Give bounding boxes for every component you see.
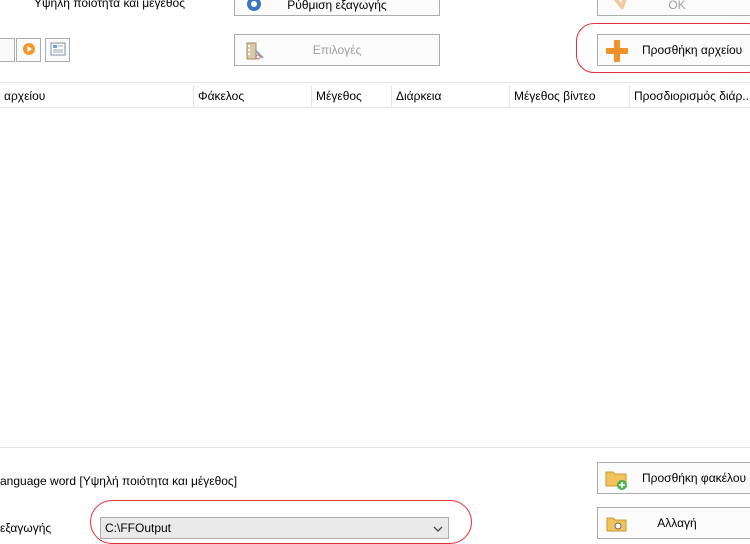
column-header-duration[interactable]: Διάρκεια: [392, 85, 510, 107]
plus-icon: [604, 38, 630, 67]
column-header-file[interactable]: αρχείου: [0, 85, 194, 107]
folder-browse-icon: [606, 515, 628, 536]
file-list[interactable]: [0, 108, 750, 446]
export-settings-label: Ρύθμιση εξαγωγής: [287, 0, 387, 12]
divider: [0, 82, 750, 83]
output-folder-label: εξαγωγής: [0, 521, 52, 535]
folder-add-icon: [604, 467, 630, 494]
film-edit-icon: [245, 41, 265, 64]
quality-label: Υψηλή ποιότητα και μέγεθος: [34, 0, 185, 10]
profile-text: anguage word [Υψηλή ποιότητα και μέγεθος…: [0, 474, 238, 488]
add-file-button[interactable]: Προσθήκη αρχείου: [597, 34, 750, 66]
change-button[interactable]: Αλλαγή: [597, 507, 750, 539]
options-button[interactable]: Επιλογές: [234, 34, 440, 66]
play-icon: [22, 42, 36, 59]
options-label: Επιλογές: [312, 43, 362, 57]
file-table-header: αρχείου Φάκελος Μέγεθος Διάρκεια Μέγεθος…: [0, 85, 750, 108]
info-button[interactable]: [45, 38, 70, 62]
ok-button[interactable]: OK: [597, 0, 750, 16]
gear-icon: [245, 0, 263, 16]
output-path-value: C:\FFOutput: [105, 521, 172, 535]
small-button-1[interactable]: [0, 38, 15, 62]
bottom-divider: [0, 447, 750, 448]
chevron-down-icon: [433, 523, 443, 537]
info-panel-icon: [50, 42, 66, 59]
add-folder-button[interactable]: Προσθήκη φακέλου: [597, 462, 750, 494]
ok-icon: [612, 0, 628, 12]
column-header-duration-spec[interactable]: Προσδιορισμός διάρ...: [630, 85, 750, 107]
column-header-folder[interactable]: Φάκελος: [194, 85, 312, 107]
column-header-video-size[interactable]: Μέγεθος βίντεο: [510, 85, 630, 107]
output-path-select[interactable]: C:\FFOutput: [100, 517, 449, 539]
column-header-size[interactable]: Μέγεθος: [312, 85, 392, 107]
play-button[interactable]: [16, 38, 41, 62]
export-settings-button[interactable]: Ρύθμιση εξαγωγής: [234, 0, 440, 16]
